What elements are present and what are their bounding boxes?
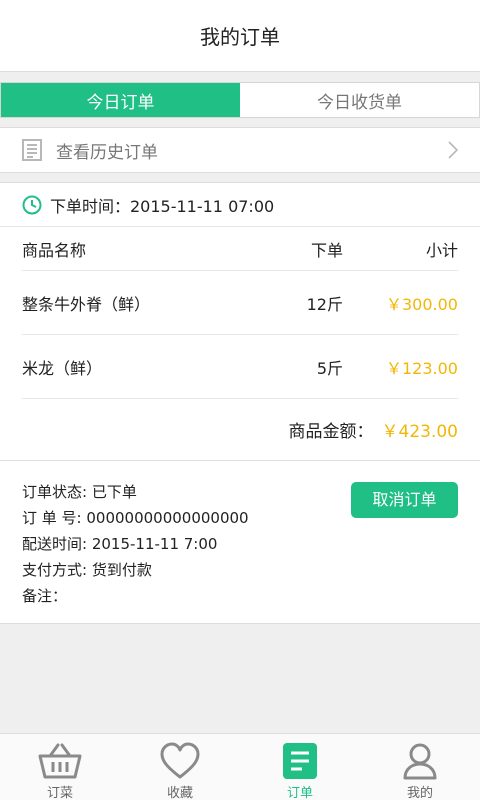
tabbar-item-orders[interactable]: 订单	[240, 734, 360, 800]
tabbar-label: 收藏	[166, 786, 193, 800]
page-title: 我的订单	[200, 25, 280, 49]
tabbar-item-favorites[interactable]: 收藏	[120, 734, 240, 800]
order-total-row: 商品金额： ￥423.00	[0, 399, 480, 461]
basket-icon	[38, 742, 82, 780]
item-name: 整条牛外脊（鲜）	[22, 294, 151, 314]
item-table-header: 商品名称 下单 小计	[22, 227, 458, 271]
delivery-time: 配送时间: 2015-11-11 7:00	[22, 535, 218, 553]
col-name-header: 商品名称	[22, 240, 87, 260]
item-subtotal: ￥300.00	[386, 294, 458, 314]
user-icon	[402, 742, 438, 780]
item-qty: 12斤	[306, 294, 343, 314]
tab-today-orders[interactable]: 今日订单	[1, 83, 240, 117]
tabbar-item-mine[interactable]: 我的	[360, 734, 480, 800]
col-subtotal-header: 小计	[425, 240, 458, 260]
order-list-icon	[282, 742, 318, 780]
tabbar-item-order-food[interactable]: 订菜	[0, 734, 120, 800]
order-card: 下单时间：2015-11-11 07:00 商品名称 下单 小计 整条牛外脊（鲜…	[0, 182, 480, 624]
top-bar: 我的订单	[0, 0, 480, 72]
cancel-order-button[interactable]: 取消订单	[351, 482, 458, 518]
item-subtotal: ￥123.00	[386, 358, 458, 378]
order-time: 下单时间：2015-11-11 07:00	[50, 196, 275, 216]
order-time-row: 下单时间：2015-11-11 07:00	[0, 183, 480, 227]
tabbar-label: 订单	[286, 786, 313, 800]
item-name: 米龙（鲜）	[22, 358, 103, 378]
chevron-right-icon	[448, 141, 458, 159]
clock-icon	[22, 195, 42, 215]
total-label: 商品金额：	[288, 422, 374, 442]
history-orders-row[interactable]: 查看历史订单	[0, 127, 480, 173]
payment-method: 支付方式: 货到付款	[22, 561, 152, 579]
tab-today-receipts[interactable]: 今日收货单	[240, 83, 479, 117]
table-row: 整条牛外脊（鲜） 12斤 ￥300.00	[22, 271, 458, 335]
col-qty-header: 下单	[310, 240, 343, 260]
tabbar-label: 我的	[406, 786, 433, 800]
document-icon	[22, 139, 42, 161]
history-orders-label: 查看历史订单	[56, 142, 158, 163]
order-info: 订单状态: 已下单 订 单 号: 00000000000000000 配送时间:…	[0, 461, 480, 609]
table-row: 米龙（鲜） 5斤 ￥123.00	[22, 335, 458, 399]
order-note: 备注：	[22, 587, 68, 605]
order-tabs: 今日订单 今日收货单	[0, 82, 480, 118]
heart-icon	[159, 742, 201, 780]
tabbar-label: 订菜	[46, 786, 73, 800]
bottom-tab-bar: 订菜 收藏 订单 我的	[0, 733, 480, 800]
item-qty: 5斤	[316, 358, 343, 378]
total-value: ￥423.00	[381, 422, 458, 442]
